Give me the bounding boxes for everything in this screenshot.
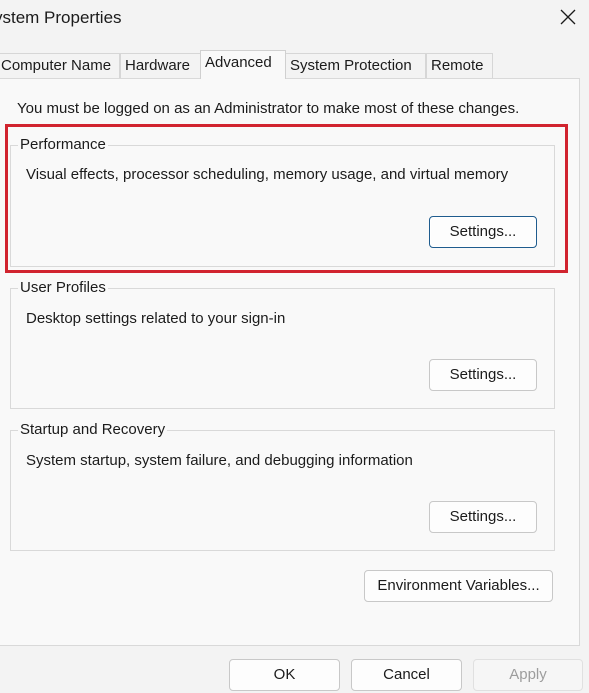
tab-remote[interactable]: Remote	[426, 53, 493, 78]
user-profiles-group-label: User Profiles	[18, 279, 108, 296]
performance-description: Visual effects, processor scheduling, me…	[26, 166, 509, 183]
system-properties-window: ystem Properties Computer Name Hardware …	[0, 0, 589, 693]
ok-button[interactable]: OK	[229, 659, 340, 691]
tab-system-protection[interactable]: System Protection	[285, 53, 426, 78]
startup-recovery-group: Startup and Recovery System startup, sys…	[10, 421, 555, 551]
startup-recovery-settings-button[interactable]: Settings...	[429, 501, 537, 533]
performance-group-label: Performance	[18, 136, 108, 153]
user-profiles-settings-button[interactable]: Settings...	[429, 359, 537, 391]
environment-variables-button[interactable]: Environment Variables...	[364, 570, 553, 602]
performance-group: Performance Visual effects, processor sc…	[10, 136, 555, 267]
startup-recovery-group-label: Startup and Recovery	[18, 421, 168, 438]
apply-button[interactable]: Apply	[473, 659, 583, 691]
user-profiles-group: User Profiles Desktop settings related t…	[10, 279, 555, 409]
user-profiles-description: Desktop settings related to your sign-in	[26, 310, 286, 327]
close-button[interactable]	[552, 2, 584, 32]
close-icon	[560, 9, 576, 25]
cancel-button[interactable]: Cancel	[351, 659, 462, 691]
tab-hardware[interactable]: Hardware	[120, 53, 201, 78]
admin-note: You must be logged on as an Administrato…	[17, 100, 520, 117]
tab-advanced[interactable]: Advanced	[200, 50, 286, 79]
startup-recovery-description: System startup, system failure, and debu…	[26, 452, 413, 469]
performance-settings-button[interactable]: Settings...	[429, 216, 537, 248]
tab-computer-name[interactable]: Computer Name	[0, 53, 120, 78]
window-title: ystem Properties	[0, 8, 122, 27]
